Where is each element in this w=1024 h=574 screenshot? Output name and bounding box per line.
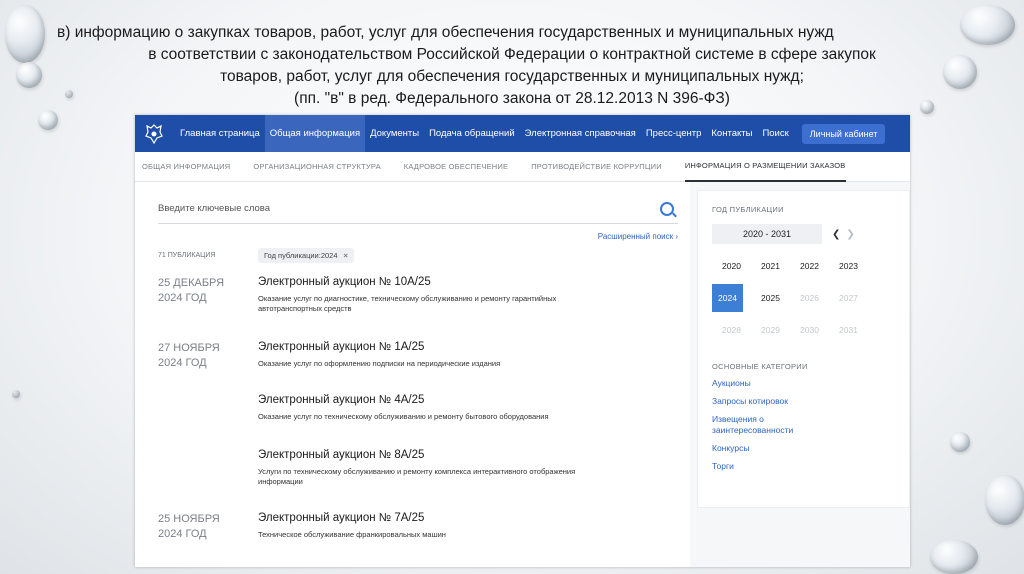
entry-title[interactable]: Электронный аукцион № 10А/25 [258,276,618,288]
entry-date-day: 27 НОЯБРЯ [158,342,220,354]
year-option: 2030 [800,325,819,335]
water-drop [950,432,970,452]
filter-chip[interactable]: Год публикации:2024 × [258,247,354,263]
year-filter-heading: Год публикации [712,205,784,214]
year-option: 2028 [722,325,741,335]
entry-date-year: 2024 ГОД [158,357,207,369]
search-input[interactable]: Введите ключевые слова [158,203,270,214]
year-range-arrows: ❮❯ [832,229,861,240]
categories-heading: Основные категории [712,362,808,371]
water-drop [5,5,45,63]
list-item: Электронный аукцион № 4А/25 Оказание усл… [158,394,678,446]
entry-description: Оказание услуг по диагностике, техническ… [258,294,557,313]
year-option: 2031 [839,325,858,335]
advanced-search-link[interactable]: Расширенный поиск › [158,232,678,241]
entry-date [158,449,258,507]
nav-appeals[interactable]: Подача обращений [424,115,520,152]
category-link[interactable]: Извещения о заинтересованности [712,414,822,436]
category-link[interactable]: Конкурсы [712,443,897,454]
sub-navigation: Общая информация Организационная структу… [135,152,910,182]
water-drop [930,540,978,574]
year-option: 2029 [761,325,780,335]
entry-date: 25 НОЯБРЯ 2024 ГОД [158,512,258,562]
website-screenshot: Главная страница Общая информация Докуме… [135,115,910,567]
subnav-org-structure[interactable]: Организационная структура [253,152,380,182]
entry-date-year: 2024 ГОД [158,528,207,540]
nav-documents[interactable]: Документы [365,115,424,152]
entry-title[interactable]: Электронный аукцион № 7А/25 [258,512,618,524]
water-drop [16,62,42,88]
results-count: 71 публикация [158,251,216,259]
top-navigation-bar: Главная страница Общая информация Докуме… [135,115,910,152]
list-item: Электронный аукцион № 8А/25 Услуги по те… [158,449,678,507]
nav-general-info[interactable]: Общая информация [264,115,366,152]
entry-title[interactable]: Электронный аукцион № 1А/25 [258,341,618,353]
heading-line: в соответствии с законодательством Росси… [148,46,876,63]
year-grid: 2020 2021 2022 2023 2024 2025 2026 2027 … [712,252,897,344]
entry-date-day: 25 ДЕКАБРЯ [158,277,225,289]
subnav-staffing[interactable]: Кадровое обеспечение [404,152,508,182]
water-drop [38,110,58,130]
entry-title[interactable]: Электронный аукцион № 8А/25 [258,449,618,461]
subnav-general-info[interactable]: Общая информация [142,152,230,182]
entry-date [158,394,258,446]
filter-chip-label: Год публикации:2024 [264,250,338,260]
year-option[interactable]: 2022 [790,252,829,280]
year-option[interactable]: 2025 [751,284,790,312]
filter-sidebar: Год публикации 2020 - 2031 ❮❯ 2020 2021 … [697,190,910,508]
search-icon[interactable] [660,201,674,216]
category-link[interactable]: Аукционы [712,378,897,389]
results-column: Введите ключевые слова Расширенный поиск… [135,182,690,567]
entry-date-year: 2024 ГОД [158,292,207,304]
chevron-right-icon[interactable]: ❯ [846,229,860,240]
year-option: 2027 [839,293,858,303]
category-link[interactable]: Запросы котировок [712,396,897,407]
nav-help-desk[interactable]: Электронная справочная [520,115,641,152]
entry-title[interactable]: Электронный аукцион № 4А/25 [258,394,618,406]
year-option[interactable]: 2023 [829,252,868,280]
personal-cabinet-button[interactable]: Личный кабинет [801,123,886,144]
subnav-orders-info[interactable]: Информация о размещении заказов [684,152,846,182]
heading-line: (пп. "в" в ред. Федерального закона от 2… [294,90,730,107]
entry-date: 27 НОЯБРЯ 2024 ГОД [158,341,258,391]
categories-section: Основные категории Аукционы Запросы коти… [712,362,897,472]
nav-home[interactable]: Главная страница [175,115,265,152]
subnav-anti-corruption[interactable]: Противодействие коррупции [531,152,662,182]
list-item: 25 ДЕКАБРЯ 2024 ГОД Электронный аукцион … [158,276,678,336]
entry-date: 25 ДЕКАБРЯ 2024 ГОД [158,276,258,336]
chevron-left-icon[interactable]: ❮ [832,229,846,240]
list-item: 25 НОЯБРЯ 2024 ГОД Электронный аукцион №… [158,512,678,562]
heading-line: товаров, работ, услуг для обеспечения го… [220,68,804,85]
year-option[interactable]: 2021 [751,252,790,280]
water-drop [985,475,1024,525]
list-item: 27 НОЯБРЯ 2024 ГОД Электронный аукцион №… [158,341,678,391]
entry-description: Оказание услуг по техническому обслужива… [258,412,549,421]
entry-date-day: 25 НОЯБРЯ [158,513,220,525]
heading-line: в) информацию о закупках товаров, работ,… [57,24,834,41]
entry-description: Услуги по техническому обслуживанию и ре… [258,467,576,486]
year-range: 2020 - 2031 [712,224,822,244]
nav-contacts[interactable]: Контакты [706,115,757,152]
water-drop [12,390,20,398]
year-option: 2026 [800,293,819,303]
year-range-row: 2020 - 2031 ❮❯ [712,224,897,244]
results-meta: 71 публикация Год публикации:2024 × [158,247,678,263]
entry-description: Техническое обслуживание франкировальных… [258,530,446,539]
slide-heading: в) информацию о закупках товаров, работ,… [40,22,984,110]
coat-of-arms-icon [143,122,165,146]
year-option-selected[interactable]: 2024 [712,284,743,312]
category-link[interactable]: Торги [712,461,897,472]
nav-search[interactable]: Поиск [757,115,793,152]
content-area: Введите ключевые слова Расширенный поиск… [135,182,910,567]
year-option[interactable]: 2020 [712,252,751,280]
entry-description: Оказание услуг по оформлению подписки на… [258,359,501,368]
search-bar: Введите ключевые слова [158,194,678,224]
close-icon[interactable]: × [344,251,348,260]
nav-press-center[interactable]: Пресс-центр [641,115,707,152]
